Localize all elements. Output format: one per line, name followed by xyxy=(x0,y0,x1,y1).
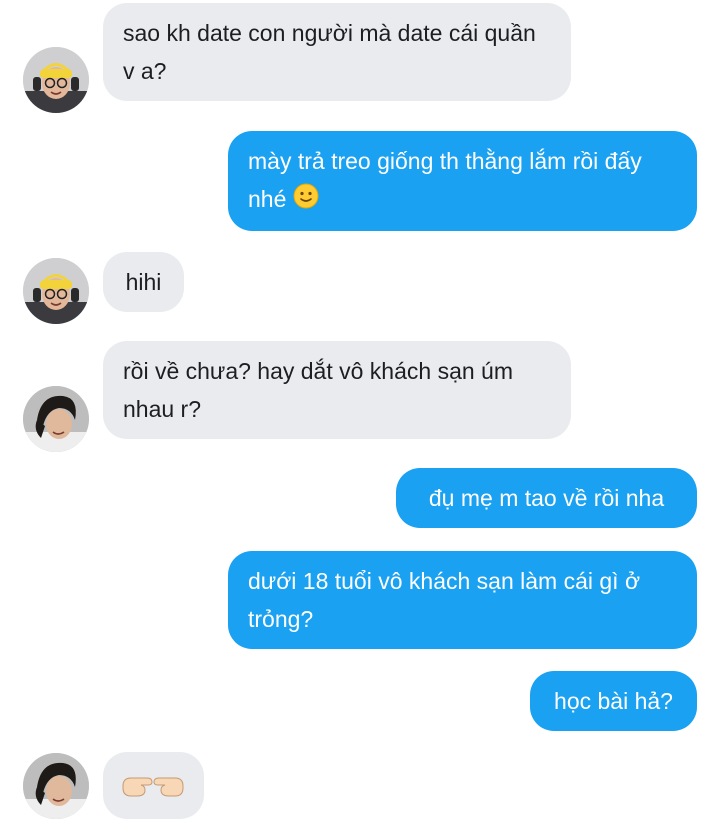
avatar-yellow-beanie[interactable] xyxy=(23,258,89,324)
avatar-yellow-beanie[interactable] xyxy=(23,47,89,113)
message-bubble-outgoing[interactable]: học bài hả? xyxy=(530,671,697,731)
index-pointing-fingers-icon xyxy=(119,766,187,817)
message-text: hihi xyxy=(125,269,162,295)
slightly-smiling-face-icon xyxy=(293,182,319,220)
message-bubble-outgoing[interactable]: đụ mẹ m tao về rồi nha xyxy=(396,468,697,528)
chat-thread[interactable]: sao kh date con người mà date cái quần v… xyxy=(0,0,720,822)
message-bubble-incoming[interactable] xyxy=(103,752,204,819)
message-bubble-incoming[interactable]: rồi về chưa? hay dắt vô khách sạn úm nha… xyxy=(103,341,571,439)
person-avatar-icon xyxy=(23,753,89,819)
message-text: dưới 18 tuổi vô khách sạn làm cái gì ở t… xyxy=(248,568,641,632)
avatar-dark-hair[interactable] xyxy=(23,386,89,452)
message-bubble-incoming[interactable]: sao kh date con người mà date cái quần v… xyxy=(103,3,571,101)
message-bubble-outgoing[interactable]: dưới 18 tuổi vô khách sạn làm cái gì ở t… xyxy=(228,551,697,649)
message-text: rồi về chưa? hay dắt vô khách sạn úm nha… xyxy=(123,358,514,422)
message-text: sao kh date con người mà date cái quần v… xyxy=(123,20,536,84)
message-text: đụ mẹ m tao về rồi nha xyxy=(428,485,665,511)
person-avatar-icon xyxy=(23,258,89,324)
person-avatar-icon xyxy=(23,386,89,452)
avatar-dark-hair[interactable] xyxy=(23,753,89,819)
message-bubble-outgoing[interactable]: mày trả treo giống th thằng lắm rồi đấy … xyxy=(228,131,697,231)
message-text: học bài hả? xyxy=(554,688,673,714)
person-avatar-icon xyxy=(23,47,89,113)
message-bubble-incoming[interactable]: hihi xyxy=(103,252,184,312)
